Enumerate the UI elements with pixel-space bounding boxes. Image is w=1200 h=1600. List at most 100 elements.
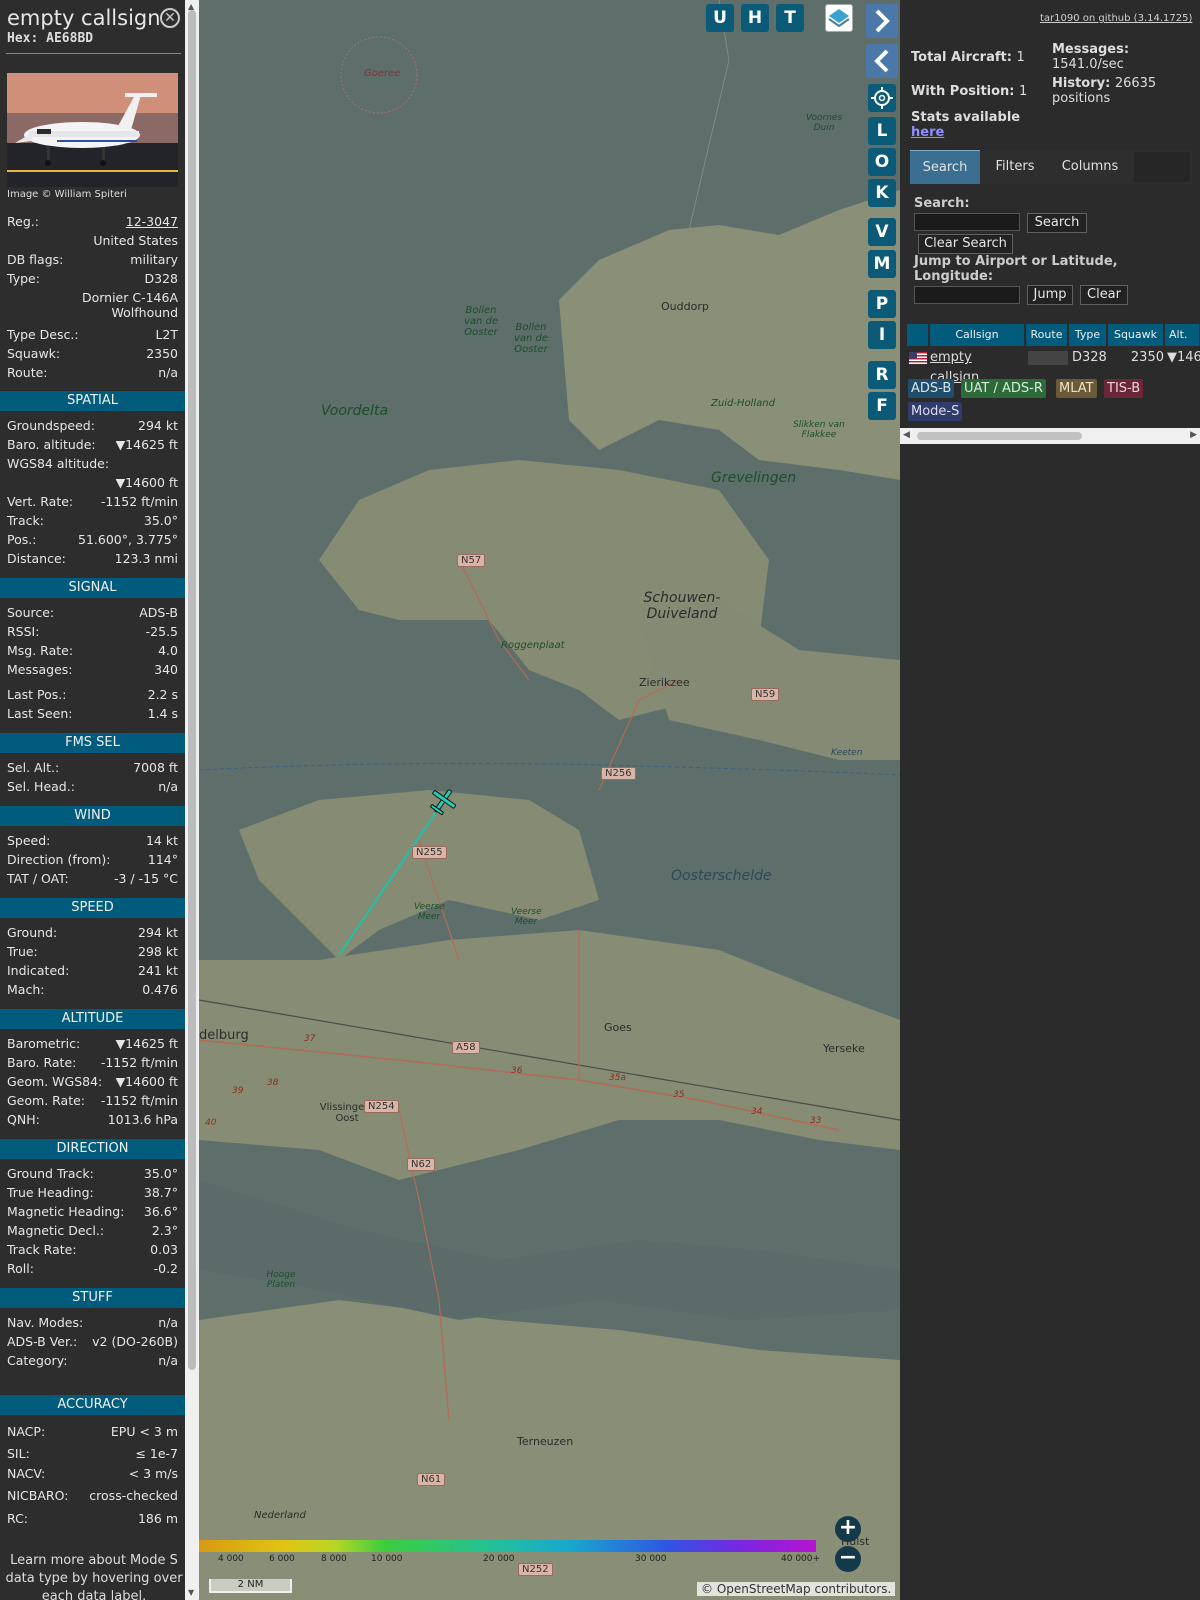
search-button[interactable]: Search	[1027, 213, 1087, 233]
map-place-label: Veerse Meer	[414, 902, 445, 922]
info-label: Geom. Rate:	[7, 1093, 86, 1108]
tab-search[interactable]: Search	[910, 150, 980, 184]
jump-button[interactable]: Jump	[1027, 285, 1073, 305]
info-label: Msg. Rate:	[7, 643, 74, 658]
scroll-right-icon[interactable]: ▶	[1190, 430, 1197, 440]
toggle-p-button[interactable]: P	[868, 290, 896, 318]
row-callsign[interactable]: empty callsign	[930, 348, 1025, 385]
info-value: cross-checked	[89, 1488, 178, 1503]
info-row: Track: 35.0°	[7, 513, 178, 528]
toggle-v-button[interactable]: V	[868, 218, 896, 246]
col-header-squawk[interactable]: Squawk	[1108, 324, 1164, 346]
road-number-label: 35a	[609, 1073, 626, 1083]
table-horizontal-scrollbar[interactable]: ◀ ▶	[900, 428, 1200, 444]
info-row: ADS-B Ver.: v2 (DO-260B)	[7, 1334, 178, 1349]
toggle-l-button[interactable]: L	[868, 117, 896, 145]
search-input[interactable]	[914, 213, 1020, 231]
toggle-o-button[interactable]: O	[868, 148, 896, 176]
infoblock-scrollbar[interactable]: ▲ ▼	[185, 0, 199, 1600]
toggle-t-button[interactable]: T	[776, 4, 804, 32]
settings-button[interactable]	[868, 84, 896, 112]
jump-input[interactable]	[914, 286, 1020, 304]
info-label: Nav. Modes:	[7, 1315, 84, 1330]
toggle-r-button[interactable]: R	[868, 361, 896, 389]
info-label: Ground Track:	[7, 1166, 94, 1181]
info-label: NACV:	[7, 1466, 46, 1481]
section-speed[interactable]: SPEED	[0, 898, 185, 918]
tab-columns[interactable]: Columns	[1050, 150, 1130, 184]
scrollbar-thumb[interactable]	[917, 432, 1082, 440]
collapse-sidebar-button[interactable]	[866, 44, 898, 78]
clear-search-button[interactable]: Clear Search	[918, 234, 1013, 254]
info-label: Groundspeed:	[7, 418, 95, 433]
info-value: v2 (DO-260B)	[92, 1334, 178, 1349]
zoom-out-button[interactable]: −	[835, 1546, 861, 1572]
close-icon[interactable]: ✕	[160, 8, 180, 28]
toggle-h-button[interactable]: H	[741, 4, 769, 32]
map-place-label: Veerse Meer	[511, 907, 542, 927]
info-row: Vert. Rate: -1152 ft/min	[7, 494, 178, 509]
info-value: 241 kt	[138, 963, 178, 978]
toggle-k-button[interactable]: K	[868, 179, 896, 207]
section-spatial[interactable]: SPATIAL	[0, 391, 185, 411]
toggle-m-button[interactable]: M	[868, 250, 896, 278]
info-row: Pos.: 51.600°, 3.775°	[7, 532, 178, 547]
layers-button[interactable]	[825, 4, 853, 32]
zoom-in-button[interactable]: +	[835, 1516, 861, 1542]
map-place-label: Bollen van de Ooster	[463, 305, 499, 338]
scrollbar-thumb[interactable]	[188, 10, 196, 1370]
toggle-f-button[interactable]: F	[868, 392, 896, 420]
info-row: Track Rate: 0.03	[7, 1242, 178, 1257]
total-aircraft-value: 1	[1016, 50, 1025, 65]
map-place-label: Zierikzee	[639, 676, 690, 689]
section-stuff[interactable]: STUFF	[0, 1288, 185, 1308]
reg-link[interactable]: 12-3047	[126, 214, 178, 229]
col-header-altitude[interactable]: Alt. (ft)	[1165, 324, 1200, 346]
col-header-type[interactable]: Type	[1069, 324, 1107, 346]
version-link[interactable]: tar1090 on github (3.14.1725)	[1040, 13, 1192, 24]
section-accuracy[interactable]: ACCURACY	[0, 1395, 185, 1415]
section-signal[interactable]: SIGNAL	[0, 578, 185, 598]
stats-link[interactable]: here	[911, 125, 1020, 140]
country-value: United States	[93, 233, 178, 248]
map-canvas[interactable]: Goeree Ouddorp Voordelta Bollen van de O…	[199, 0, 900, 1600]
road-label: N59	[751, 688, 780, 701]
section-wind[interactable]: WIND	[0, 806, 185, 826]
aircraft-photo[interactable]	[7, 73, 178, 187]
expand-sidebar-button[interactable]	[866, 4, 898, 38]
tab-filters[interactable]: Filters	[983, 150, 1047, 184]
section-altitude[interactable]: ALTITUDE	[0, 1009, 185, 1029]
reg-label: Reg.:	[7, 214, 39, 229]
reg-row: Reg.: 12-3047	[7, 214, 178, 229]
info-value: -1152 ft/min	[100, 494, 178, 509]
section-fms-sel[interactable]: FMS SEL	[0, 733, 185, 753]
info-row: Geom. WGS84: ▼14600 ft	[7, 1074, 178, 1089]
jump-label: Jump to Airport or Latitude, Longitude:	[914, 254, 1118, 284]
info-row: Sel. Head.: n/a	[7, 779, 178, 794]
col-header-route[interactable]: Route	[1026, 324, 1068, 346]
scroll-down-icon[interactable]: ▼	[188, 1588, 194, 1597]
section-direction[interactable]: DIRECTION	[0, 1139, 185, 1159]
toggle-u-button[interactable]: U	[706, 4, 734, 32]
info-label: Roll:	[7, 1261, 34, 1276]
photo-credit: Image © William Spiteri	[7, 189, 127, 200]
info-label: Speed:	[7, 833, 51, 848]
scroll-left-icon[interactable]: ◀	[903, 430, 910, 440]
info-value: n/a	[158, 1353, 178, 1368]
info-value: 35.0°	[143, 1166, 178, 1181]
info-row: WGS84 altitude:	[7, 456, 178, 471]
country-row: United States	[7, 233, 178, 248]
messages-label: Messages:	[1052, 42, 1130, 57]
info-value: 294 kt	[138, 925, 178, 940]
toggle-i-button[interactable]: I	[868, 321, 896, 349]
col-header-callsign[interactable]: Callsign	[930, 324, 1025, 346]
info-value: 51.600°, 3.775°	[78, 532, 178, 547]
aircraft-marker-icon[interactable]	[427, 785, 459, 817]
sidebar: tar1090 on github (3.14.1725) Total Airc…	[900, 0, 1200, 1600]
info-label: Mach:	[7, 982, 45, 997]
map-place-label: Bollen van de Ooster	[513, 322, 549, 355]
map-attribution[interactable]: © OpenStreetMap contributors.	[697, 1582, 896, 1596]
clear-button[interactable]: Clear	[1080, 285, 1128, 305]
info-label: Indicated:	[7, 963, 70, 978]
info-row: Roll: -0.2	[7, 1261, 178, 1276]
